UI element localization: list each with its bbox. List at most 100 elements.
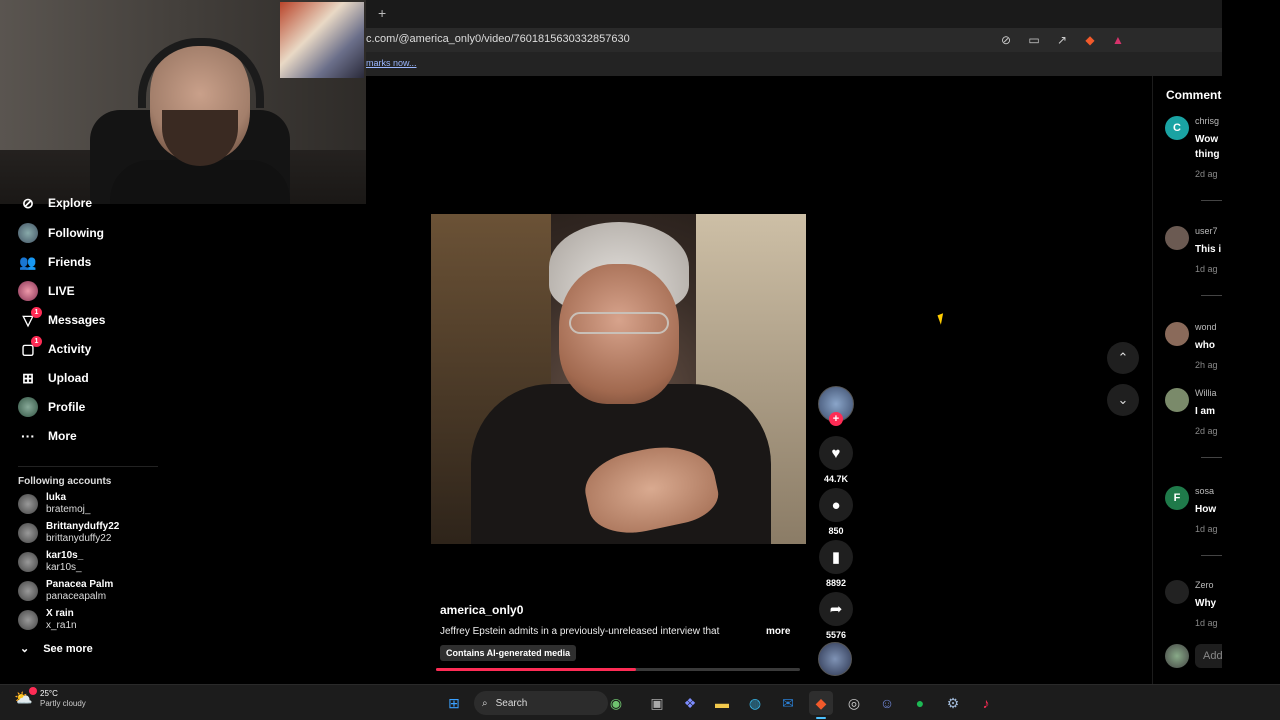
copilot-icon[interactable]: ◉ <box>604 691 628 715</box>
brave-browser-icon[interactable]: ◆ <box>809 691 833 715</box>
tiktok-app-icon[interactable]: ♪ <box>974 691 998 715</box>
account-name: X rain <box>46 608 74 619</box>
more-dots-icon: ··· <box>21 428 35 444</box>
music-disc-icon[interactable] <box>818 642 852 676</box>
weather-widget[interactable]: ⛅ 25°C Partly cloudy <box>14 687 86 709</box>
comment-text: who <box>1195 340 1215 351</box>
weather-temperature: 25°C <box>40 689 58 698</box>
file-explorer-icon[interactable]: ▬ <box>710 691 734 715</box>
avatar: F <box>1165 486 1189 510</box>
view-replies-line[interactable] <box>1201 555 1222 556</box>
sidebar-item-label: Activity <box>48 342 92 356</box>
comments-panel: Comments C chrisg Wow thing 2d ag user7 … <box>1152 76 1222 684</box>
account-handle: x_ra1n <box>46 620 77 631</box>
view-replies-line[interactable] <box>1201 457 1222 458</box>
import-bookmarks-link[interactable]: marks now... <box>366 58 417 68</box>
webcam-person-body <box>110 160 290 204</box>
task-view-icon[interactable]: ▣ <box>645 691 669 715</box>
account-handle: brittanyduffy22 <box>46 533 112 544</box>
following-accounts-title: Following accounts <box>18 476 112 487</box>
media-off-icon[interactable]: ⊘ <box>998 32 1014 48</box>
browser-tab-bar: + <box>366 0 1222 28</box>
share-button[interactable]: ➦ 5576 <box>816 592 856 640</box>
live-avatar-icon <box>18 281 38 301</box>
brave-shield-icon[interactable]: ◆ <box>1082 32 1098 48</box>
see-more-button[interactable]: ⌄ See more <box>20 642 93 656</box>
spotify-icon[interactable]: ● <box>908 691 932 715</box>
following-account[interactable]: Panacea Palm panaceapalm <box>18 579 113 603</box>
video-author[interactable]: america_only0 <box>440 603 523 617</box>
steam-icon[interactable]: ⚙ <box>941 691 965 715</box>
microsoft365-icon[interactable]: ❖ <box>678 691 702 715</box>
account-handle: bratemoj_ <box>46 504 91 515</box>
sidebar-item-messages[interactable]: ▽ 1 Messages <box>18 307 106 331</box>
outlook-icon[interactable]: ✉ <box>776 691 800 715</box>
comment-count: 850 <box>828 526 844 536</box>
sidebar-item-more[interactable]: ··· More <box>18 425 77 447</box>
view-replies-line[interactable] <box>1201 295 1222 296</box>
brave-rewards-icon[interactable]: ▲ <box>1110 32 1126 48</box>
edge-icon[interactable]: ◍ <box>743 691 767 715</box>
save-button[interactable]: ▮ 8892 <box>816 540 856 588</box>
share-count: 5576 <box>825 630 847 640</box>
previous-video-button[interactable]: ⌃ <box>1107 342 1139 374</box>
avatar <box>18 523 38 543</box>
video-progress-fill <box>436 668 637 671</box>
comment-date: 1d ag <box>1195 264 1218 274</box>
following-avatar-icon <box>18 223 38 243</box>
view-replies-line[interactable] <box>1201 200 1222 201</box>
comment-icon: ● <box>819 488 853 522</box>
search-icon: ⌕ <box>482 697 488 709</box>
obs-icon[interactable]: ◎ <box>842 691 866 715</box>
following-account[interactable]: Brittanyduffy22 brittanyduffy22 <box>18 521 119 545</box>
avatar <box>18 581 38 601</box>
messages-badge: 1 <box>31 307 42 318</box>
sidebar-item-upload[interactable]: ⊞ Upload <box>18 367 89 389</box>
windows-start-icon[interactable]: ⊞ <box>442 691 466 715</box>
comment-text: Wow <box>1195 134 1219 145</box>
notification-dot <box>29 687 37 695</box>
comment-date: 2d ag <box>1195 426 1218 436</box>
video-progress-bar[interactable] <box>436 668 800 671</box>
sidebar-item-live[interactable]: LIVE <box>18 280 75 302</box>
sidebar-item-friends[interactable]: 👥 Friends <box>18 251 91 273</box>
account-handle: kar10s_ <box>46 562 82 573</box>
sidebar-item-explore[interactable]: ⊘ Explore <box>18 192 92 214</box>
new-tab-button[interactable]: + <box>378 5 386 21</box>
mouse-cursor-icon <box>937 313 947 325</box>
taskbar-search[interactable]: ⌕ Search <box>474 691 608 715</box>
discord-icon[interactable]: ☺ <box>875 691 899 715</box>
avatar <box>1165 322 1189 346</box>
comment-button[interactable]: ● 850 <box>816 488 856 536</box>
weather-condition: Partly cloudy <box>40 699 86 708</box>
add-comment-input[interactable]: Add <box>1195 644 1222 668</box>
more-button[interactable]: more <box>766 626 790 637</box>
sidebar-item-following[interactable]: Following <box>18 222 104 244</box>
avatar <box>1165 388 1189 412</box>
video-player[interactable] <box>431 214 806 544</box>
next-video-button[interactable]: ⌄ <box>1107 384 1139 416</box>
comment-user: Zero <box>1195 580 1214 590</box>
share-icon[interactable]: ↗ <box>1054 32 1070 48</box>
sidebar-item-label: Messages <box>48 313 106 327</box>
like-count: 44.7K <box>823 474 849 484</box>
following-account[interactable]: luka bratemoj_ <box>18 492 90 516</box>
like-button[interactable]: ♥ 44.7K <box>816 436 856 484</box>
sidebar-item-profile[interactable]: Profile <box>18 396 85 418</box>
url-text[interactable]: c.com/@america_only0/video/7601815630332… <box>366 33 630 45</box>
ai-generated-label: Contains AI-generated media <box>440 645 577 661</box>
comment-date: 2d ag <box>1195 169 1218 179</box>
follow-plus-icon[interactable]: + <box>829 412 843 426</box>
upload-icon: ⊞ <box>22 369 34 386</box>
sidebar-item-label: Friends <box>48 255 92 269</box>
avatar <box>18 494 38 514</box>
cast-icon[interactable]: ▭ <box>1026 32 1042 48</box>
following-account[interactable]: kar10s_ kar10s_ <box>18 550 83 574</box>
comment-user: wond <box>1195 322 1217 332</box>
address-bar[interactable]: c.com/@america_only0/video/7601815630332… <box>366 28 1222 52</box>
sidebar-item-activity[interactable]: ▢ 1 Activity <box>18 336 92 360</box>
screen: + c.com/@america_only0/video/76018156303… <box>0 0 1280 720</box>
following-account[interactable]: X rain x_ra1n <box>18 608 77 632</box>
sidebar-divider <box>18 466 158 467</box>
activity-badge: 1 <box>31 336 42 347</box>
